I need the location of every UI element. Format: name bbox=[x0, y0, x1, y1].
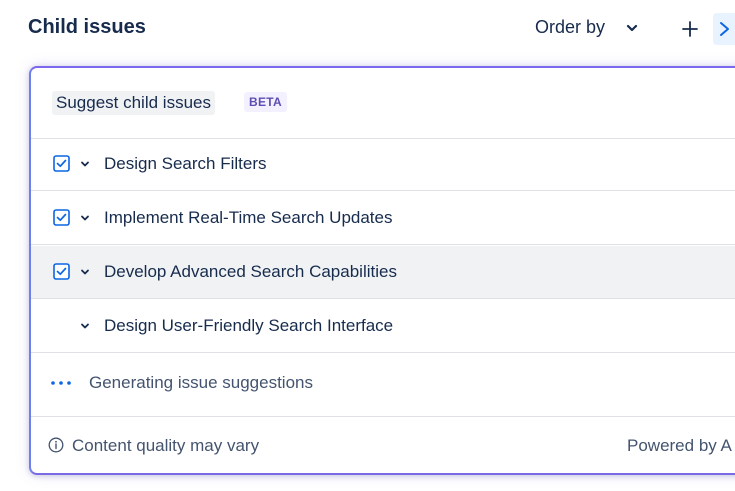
info-icon bbox=[48, 437, 64, 453]
plus-icon bbox=[682, 21, 698, 37]
checkbox-checked-icon[interactable] bbox=[53, 155, 70, 172]
suggested-issue-row[interactable]: Design Search Filters bbox=[31, 138, 735, 191]
ai-suggest-button[interactable] bbox=[713, 13, 735, 45]
content-quality-note: Content quality may vary bbox=[72, 436, 260, 455]
suggested-issue-row[interactable]: Implement Real-Time Search Updates bbox=[31, 192, 735, 245]
chevron-down-icon bbox=[626, 24, 638, 31]
suggested-issue-row[interactable]: Design User-Friendly Search Interface bbox=[31, 300, 735, 353]
suggested-issue-row[interactable]: Develop Advanced Search Capabilities bbox=[31, 246, 735, 299]
panel-footer: Content quality may vary Powered by A bbox=[31, 417, 735, 473]
issue-title: Develop Advanced Search Capabilities bbox=[104, 262, 397, 281]
suggest-child-issues-label: Suggest child issues bbox=[52, 91, 215, 115]
checkbox-checked-icon[interactable] bbox=[53, 209, 70, 226]
issue-title: Design Search Filters bbox=[104, 154, 267, 173]
order-by-label: Order by bbox=[535, 17, 606, 37]
suggest-header-row: Suggest child issues BETA bbox=[31, 68, 735, 139]
powered-by-label: Powered by A bbox=[627, 436, 732, 455]
beta-badge: BETA bbox=[244, 92, 287, 112]
checkbox-checked-icon[interactable] bbox=[53, 263, 70, 280]
suggest-child-issues-panel: Suggest child issues BETA Design Search … bbox=[29, 66, 735, 475]
loading-dots-icon bbox=[51, 381, 71, 385]
chevron-down-icon[interactable] bbox=[80, 159, 90, 169]
chevron-down-icon[interactable] bbox=[80, 321, 90, 331]
add-child-issue-button[interactable] bbox=[678, 14, 702, 44]
order-by-button[interactable]: Order by bbox=[535, 17, 639, 38]
ai-sparkle-icon bbox=[720, 22, 729, 36]
generating-label: Generating issue suggestions bbox=[89, 373, 313, 392]
issue-title: Implement Real-Time Search Updates bbox=[104, 208, 393, 227]
child-issues-header: Child issues Order by bbox=[0, 0, 735, 58]
generating-row: Generating issue suggestions bbox=[31, 352, 735, 417]
chevron-down-icon[interactable] bbox=[80, 213, 90, 223]
section-title: Child issues bbox=[28, 16, 146, 38]
issue-title: Design User-Friendly Search Interface bbox=[104, 316, 394, 335]
chevron-down-icon[interactable] bbox=[80, 267, 90, 277]
